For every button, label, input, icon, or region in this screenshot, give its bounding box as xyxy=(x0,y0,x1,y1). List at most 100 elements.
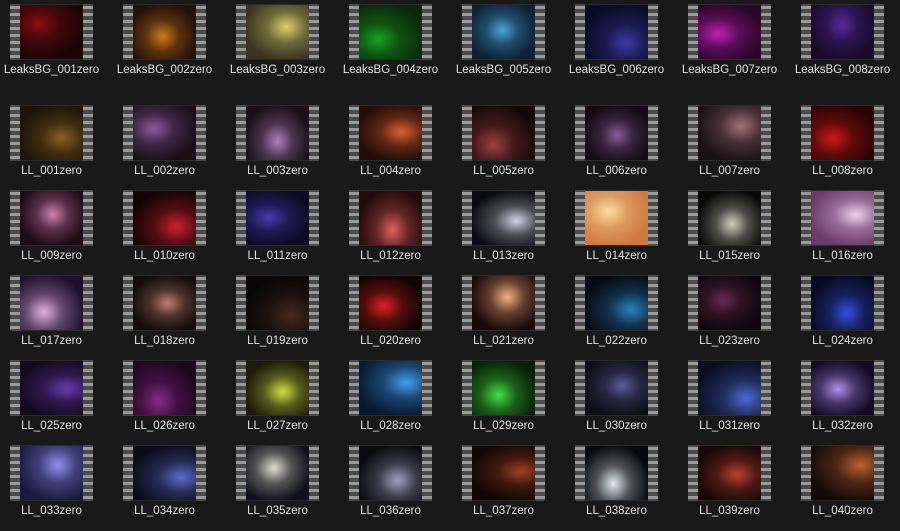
video-thumbnail xyxy=(236,275,319,331)
file-name: LL_023zero xyxy=(699,335,760,347)
file-item[interactable]: LL_004zero xyxy=(339,101,449,191)
file-name: LL_005zero xyxy=(473,165,534,177)
file-item[interactable]: LL_024zero xyxy=(791,271,900,361)
thumbnail-frame xyxy=(698,276,761,330)
file-item[interactable]: LL_021zero xyxy=(452,271,562,361)
film-strip-icon xyxy=(648,275,658,331)
video-thumbnail xyxy=(236,190,319,246)
film-strip-icon xyxy=(688,4,698,60)
file-item[interactable]: LeaksBG_007zero xyxy=(678,0,788,90)
file-item[interactable]: LL_017zero xyxy=(0,271,110,361)
file-item[interactable]: LL_037zero xyxy=(452,441,562,531)
film-strip-icon xyxy=(535,360,545,416)
film-strip-icon xyxy=(196,4,206,60)
file-item[interactable]: LL_032zero xyxy=(791,356,900,446)
file-item[interactable]: LL_016zero xyxy=(791,186,900,276)
file-name: LL_018zero xyxy=(134,335,195,347)
thumbnail-frame xyxy=(811,5,874,59)
film-strip-icon xyxy=(123,105,133,161)
file-item[interactable]: LL_038zero xyxy=(565,441,675,531)
file-item[interactable]: LL_040zero xyxy=(791,441,900,531)
file-item[interactable]: LL_034zero xyxy=(113,441,223,531)
file-item[interactable]: LL_039zero xyxy=(678,441,788,531)
file-name: LeaksBG_007zero xyxy=(681,64,778,76)
film-strip-icon xyxy=(422,360,432,416)
file-item[interactable]: LL_007zero xyxy=(678,101,788,191)
file-item[interactable]: LL_026zero xyxy=(113,356,223,446)
file-item[interactable]: LL_003zero xyxy=(226,101,336,191)
file-item[interactable]: LL_006zero xyxy=(565,101,675,191)
video-thumbnail xyxy=(123,190,206,246)
file-item[interactable]: LL_023zero xyxy=(678,271,788,361)
film-strip-icon xyxy=(874,190,884,246)
film-strip-icon xyxy=(196,190,206,246)
file-item[interactable]: LeaksBG_001zero xyxy=(0,0,110,90)
film-strip-icon xyxy=(349,275,359,331)
file-item[interactable]: LL_019zero xyxy=(226,271,336,361)
file-item[interactable]: LL_031zero xyxy=(678,356,788,446)
video-thumbnail xyxy=(801,105,884,161)
thumbnail-frame xyxy=(246,446,309,500)
film-strip-icon xyxy=(874,4,884,60)
file-item[interactable]: LL_012zero xyxy=(339,186,449,276)
file-item[interactable]: LL_020zero xyxy=(339,271,449,361)
file-item[interactable]: LL_001zero xyxy=(0,101,110,191)
file-item[interactable]: LL_013zero xyxy=(452,186,562,276)
video-thumbnail xyxy=(462,105,545,161)
video-thumbnail xyxy=(688,445,771,501)
thumbnail-frame xyxy=(133,446,196,500)
file-item[interactable]: LeaksBG_008zero xyxy=(791,0,900,90)
file-item[interactable]: LL_015zero xyxy=(678,186,788,276)
film-strip-icon xyxy=(422,275,432,331)
video-thumbnail xyxy=(349,105,432,161)
file-item[interactable]: LL_008zero xyxy=(791,101,900,191)
thumbnail-frame xyxy=(359,5,422,59)
thumbnail-frame xyxy=(359,191,422,245)
thumbnail-frame xyxy=(472,446,535,500)
thumbnail-frame xyxy=(472,191,535,245)
thumbnail-frame xyxy=(698,361,761,415)
film-strip-icon xyxy=(648,4,658,60)
file-item[interactable]: LL_005zero xyxy=(452,101,562,191)
thumbnail-frame xyxy=(246,361,309,415)
file-name: LeaksBG_008zero xyxy=(794,64,891,76)
video-thumbnail xyxy=(10,190,93,246)
file-item[interactable]: LL_014zero xyxy=(565,186,675,276)
file-item[interactable]: LeaksBG_005zero xyxy=(452,0,562,90)
file-item[interactable]: LL_030zero xyxy=(565,356,675,446)
file-item[interactable]: LeaksBG_006zero xyxy=(565,0,675,90)
file-item[interactable]: LeaksBG_002zero xyxy=(113,0,223,90)
video-thumbnail xyxy=(688,360,771,416)
file-item[interactable]: LL_002zero xyxy=(113,101,223,191)
file-name: LL_011zero xyxy=(247,250,308,262)
file-item[interactable]: LL_022zero xyxy=(565,271,675,361)
file-item[interactable]: LL_028zero xyxy=(339,356,449,446)
file-name: LL_037zero xyxy=(473,505,534,517)
film-strip-icon xyxy=(648,360,658,416)
video-thumbnail xyxy=(349,275,432,331)
film-strip-icon xyxy=(874,105,884,161)
file-item[interactable]: LL_029zero xyxy=(452,356,562,446)
file-name: LL_036zero xyxy=(360,505,421,517)
film-strip-icon xyxy=(349,360,359,416)
file-item[interactable]: LL_009zero xyxy=(0,186,110,276)
file-item[interactable]: LeaksBG_003zero xyxy=(226,0,336,90)
thumbnail-frame xyxy=(698,5,761,59)
file-item[interactable]: LL_027zero xyxy=(226,356,336,446)
film-strip-icon xyxy=(10,275,20,331)
file-item[interactable]: LL_010zero xyxy=(113,186,223,276)
file-item[interactable]: LL_018zero xyxy=(113,271,223,361)
video-thumbnail xyxy=(123,275,206,331)
film-strip-icon xyxy=(309,275,319,331)
video-thumbnail xyxy=(575,4,658,60)
film-strip-icon xyxy=(874,360,884,416)
video-thumbnail xyxy=(10,105,93,161)
file-item[interactable]: LL_035zero xyxy=(226,441,336,531)
file-item[interactable]: LL_011zero xyxy=(226,186,336,276)
video-thumbnail xyxy=(349,190,432,246)
file-item[interactable]: LeaksBG_004zero xyxy=(339,0,449,90)
file-item[interactable]: LL_036zero xyxy=(339,441,449,531)
file-item[interactable]: LL_033zero xyxy=(0,441,110,531)
video-thumbnail xyxy=(349,445,432,501)
file-item[interactable]: LL_025zero xyxy=(0,356,110,446)
